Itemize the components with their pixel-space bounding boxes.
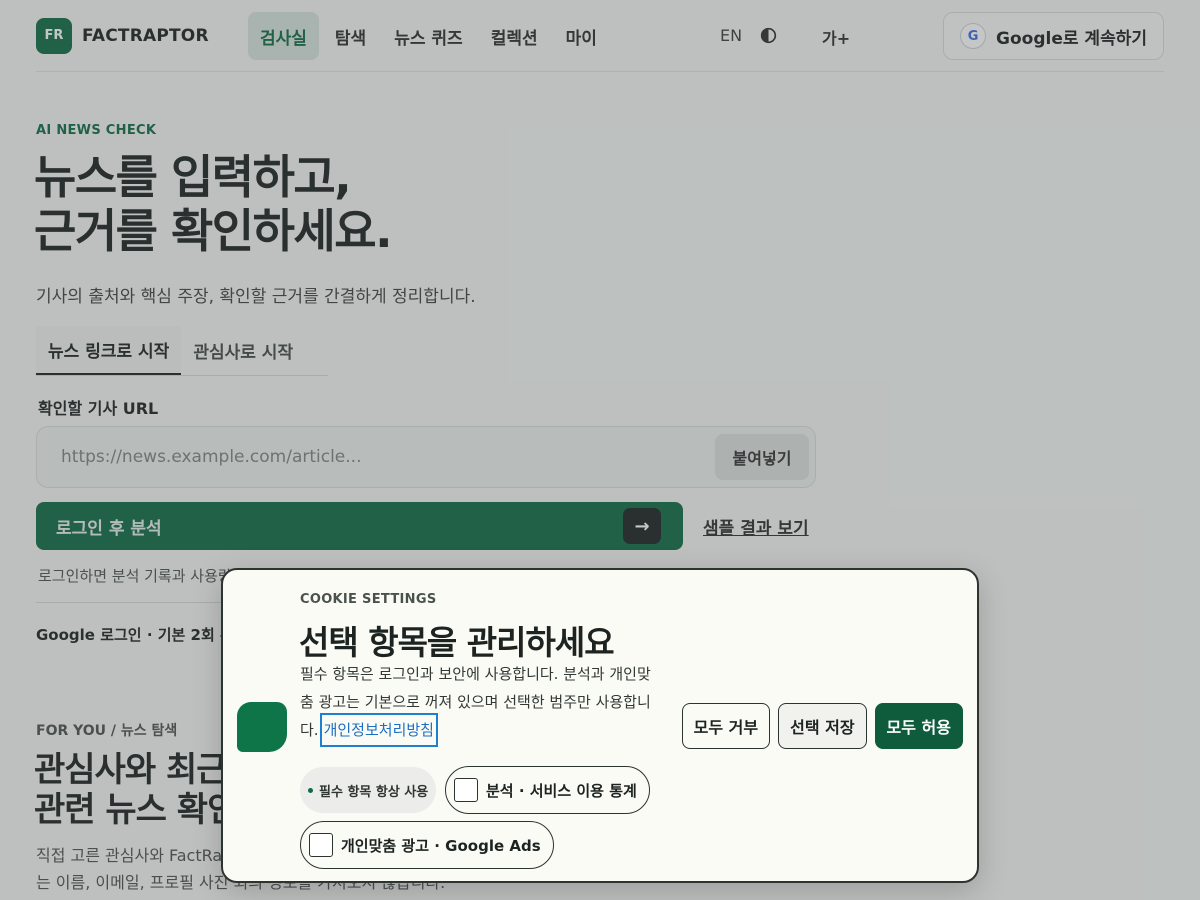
ads-label: 개인맞춤 광고 · Google Ads: [341, 836, 541, 855]
cookie-icon: [237, 702, 287, 752]
status-dot-icon: [308, 787, 313, 793]
cookie-title: 선택 항목을 관리하세요: [299, 623, 615, 662]
ads-checkbox[interactable]: [309, 833, 333, 857]
privacy-policy-link[interactable]: 개인정보처리방침: [319, 713, 438, 747]
cookie-dialog: COOKIE SETTINGS 선택 항목을 관리하세요 필수 항목은 로그인과…: [221, 568, 979, 883]
analytics-label: 분석 · 서비스 이용 통계: [486, 781, 637, 800]
cookie-description: 필수 항목은 로그인과 보안에 사용합니다. 분석과 개인맞춤 광고는 기본으로…: [300, 660, 652, 747]
accept-all-button[interactable]: 모두 허용: [874, 703, 963, 749]
reject-all-button[interactable]: 모두 거부: [681, 703, 771, 749]
cookie-eyebrow: COOKIE SETTINGS: [300, 592, 437, 607]
required-cookies-label: 필수 항목 항상 사용: [319, 784, 429, 800]
analytics-cookies-toggle[interactable]: 분석 · 서비스 이용 통계: [445, 766, 650, 814]
cookie-actions: 모두 거부 선택 저장 모두 허용: [681, 703, 963, 749]
analytics-checkbox[interactable]: [454, 778, 478, 802]
ads-cookies-toggle[interactable]: 개인맞춤 광고 · Google Ads: [300, 821, 554, 869]
save-selection-button[interactable]: 선택 저장: [778, 703, 867, 749]
required-cookies-badge: 필수 항목 항상 사용: [300, 767, 437, 813]
